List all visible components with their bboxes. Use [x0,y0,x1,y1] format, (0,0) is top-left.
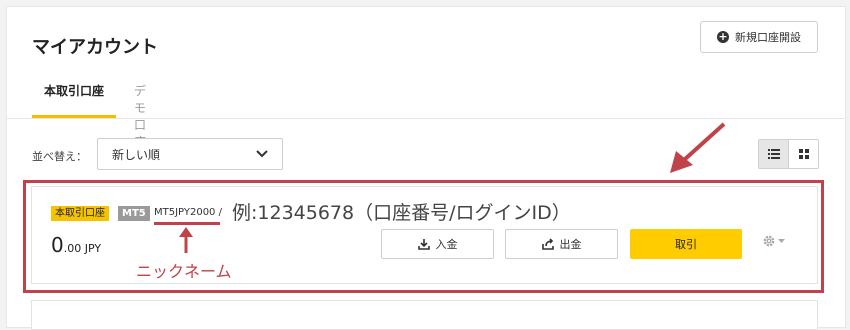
sort-label: 並べ替え： [32,150,87,163]
trade-label: 取引 [675,238,697,251]
example-annotation: 例:12345678（口座番号/ログインID） [232,202,571,224]
account-settings-button[interactable] [762,234,785,248]
new-account-label: 新規口座開設 [735,31,801,44]
chevron-down-icon [256,150,268,158]
tab-demo-account[interactable]: デモ口座 [134,82,146,149]
gear-icon [763,235,775,247]
plus-circle-icon: + [717,30,729,43]
list-view-button[interactable] [759,140,788,168]
grid-view-button[interactable] [788,140,818,168]
balance-decimal: .00 JPY [63,242,102,255]
nickname-arrow-icon [179,227,193,253]
sort-selected-value: 新しい順 [112,147,161,162]
view-toggle [758,139,819,169]
trade-button[interactable]: 取引 [630,229,742,259]
list-icon [767,149,780,159]
new-account-button[interactable]: + 新規口座開設 [700,21,818,53]
account-type-badge: 本取引口座 [51,206,109,221]
share-out-icon [541,238,554,250]
nickname-underline [154,222,220,225]
nickname-annotation-label: ニックネーム [136,262,232,281]
account-nickname: MT5JPY2000 / [154,207,222,218]
grid-icon [798,149,809,159]
sort-select[interactable]: 新しい順 [97,138,283,170]
platform-badge: MT5 [118,206,150,221]
account-balance: 0.00 JPY [51,233,101,257]
deposit-label: 入金 [435,238,458,251]
caret-down-icon [778,238,785,243]
next-account-card [31,300,818,330]
deposit-button[interactable]: 入金 [381,229,494,259]
balance-integer: 0 [51,233,64,257]
download-icon [417,239,430,250]
pointer-arrow-icon [670,122,726,173]
tab-real-account[interactable]: 本取引口座 [32,82,116,118]
page-title: マイアカウント [32,37,158,58]
withdraw-label: 出金 [559,238,582,251]
withdraw-button[interactable]: 出金 [505,229,618,259]
